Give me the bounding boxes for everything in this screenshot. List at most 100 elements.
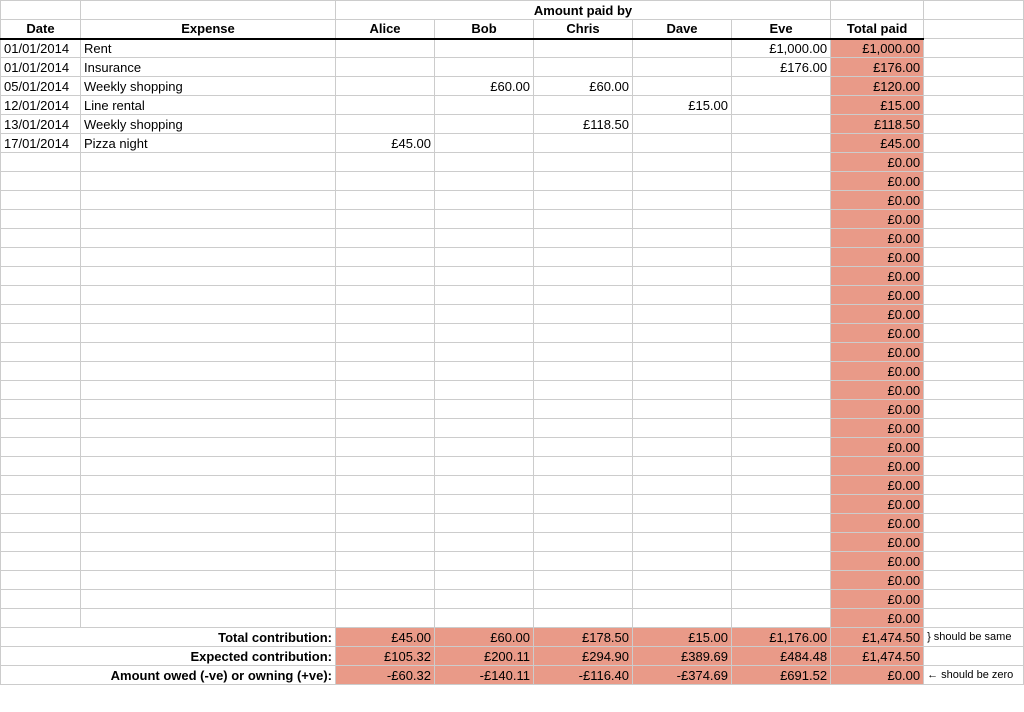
row-total-cell[interactable]: £0.00: [831, 514, 924, 533]
paid-cell[interactable]: [732, 115, 831, 134]
spreadsheet[interactable]: Amount paid by Date Expense Alice Bob Ch…: [0, 0, 1024, 712]
paid-cell[interactable]: [435, 286, 534, 305]
paid-cell[interactable]: [435, 115, 534, 134]
expense-cell[interactable]: Rent: [81, 39, 336, 58]
expense-cell[interactable]: [81, 172, 336, 191]
paid-cell[interactable]: [732, 305, 831, 324]
paid-cell[interactable]: [435, 590, 534, 609]
paid-cell[interactable]: £118.50: [534, 115, 633, 134]
paid-cell[interactable]: [732, 533, 831, 552]
paid-cell[interactable]: [732, 286, 831, 305]
paid-cell[interactable]: [732, 210, 831, 229]
paid-cell[interactable]: [732, 495, 831, 514]
paid-cell[interactable]: [336, 381, 435, 400]
expense-cell[interactable]: [81, 495, 336, 514]
paid-cell[interactable]: [336, 419, 435, 438]
date-cell[interactable]: [1, 248, 81, 267]
paid-cell[interactable]: [633, 343, 732, 362]
paid-cell[interactable]: [732, 343, 831, 362]
expense-cell[interactable]: Insurance: [81, 58, 336, 77]
paid-cell[interactable]: [336, 286, 435, 305]
amount-owed-alice[interactable]: -£60.32: [336, 666, 435, 685]
row-total-cell[interactable]: £1,000.00: [831, 39, 924, 58]
expense-cell[interactable]: [81, 229, 336, 248]
expense-cell[interactable]: [81, 381, 336, 400]
date-cell[interactable]: [1, 191, 81, 210]
expense-cell[interactable]: [81, 400, 336, 419]
paid-cell[interactable]: [534, 571, 633, 590]
paid-cell[interactable]: £1,000.00: [732, 39, 831, 58]
amount-owed-dave[interactable]: -£374.69: [633, 666, 732, 685]
row-total-cell[interactable]: £0.00: [831, 153, 924, 172]
paid-cell[interactable]: [732, 77, 831, 96]
date-cell[interactable]: 05/01/2014: [1, 77, 81, 96]
paid-cell[interactable]: [336, 571, 435, 590]
paid-cell[interactable]: [633, 495, 732, 514]
date-cell[interactable]: [1, 324, 81, 343]
paid-cell[interactable]: [633, 400, 732, 419]
paid-cell[interactable]: [336, 514, 435, 533]
paid-cell[interactable]: [633, 210, 732, 229]
paid-cell[interactable]: [534, 267, 633, 286]
date-cell[interactable]: [1, 210, 81, 229]
paid-cell[interactable]: [435, 267, 534, 286]
date-cell[interactable]: [1, 305, 81, 324]
amount-owed-eve[interactable]: £691.52: [732, 666, 831, 685]
expense-cell[interactable]: [81, 210, 336, 229]
paid-cell[interactable]: [534, 172, 633, 191]
expense-cell[interactable]: [81, 362, 336, 381]
row-total-cell[interactable]: £0.00: [831, 267, 924, 286]
paid-cell[interactable]: [534, 419, 633, 438]
paid-cell[interactable]: [732, 248, 831, 267]
row-total-cell[interactable]: £0.00: [831, 552, 924, 571]
paid-cell[interactable]: [732, 362, 831, 381]
total-contribution-alice[interactable]: £45.00: [336, 628, 435, 647]
paid-cell[interactable]: [633, 514, 732, 533]
paid-cell[interactable]: [534, 248, 633, 267]
row-total-cell[interactable]: £0.00: [831, 343, 924, 362]
row-total-cell[interactable]: £0.00: [831, 362, 924, 381]
row-total-cell[interactable]: £0.00: [831, 590, 924, 609]
date-cell[interactable]: [1, 590, 81, 609]
paid-cell[interactable]: [435, 134, 534, 153]
paid-cell[interactable]: [336, 609, 435, 628]
paid-cell[interactable]: [435, 248, 534, 267]
paid-cell[interactable]: [435, 210, 534, 229]
paid-cell[interactable]: [732, 400, 831, 419]
paid-cell[interactable]: [435, 229, 534, 248]
expense-cell[interactable]: [81, 248, 336, 267]
paid-cell[interactable]: [336, 191, 435, 210]
paid-cell[interactable]: [534, 552, 633, 571]
paid-cell[interactable]: [534, 590, 633, 609]
paid-cell[interactable]: [534, 58, 633, 77]
paid-cell[interactable]: [633, 286, 732, 305]
expense-cell[interactable]: [81, 533, 336, 552]
paid-cell[interactable]: [732, 381, 831, 400]
paid-cell[interactable]: [534, 96, 633, 115]
expense-cell[interactable]: [81, 191, 336, 210]
expected-contribution-total[interactable]: £1,474.50: [831, 647, 924, 666]
row-total-cell[interactable]: £0.00: [831, 400, 924, 419]
paid-cell[interactable]: [435, 514, 534, 533]
paid-cell[interactable]: [534, 286, 633, 305]
total-contribution-eve[interactable]: £1,176.00: [732, 628, 831, 647]
row-total-cell[interactable]: £0.00: [831, 324, 924, 343]
paid-cell[interactable]: [336, 343, 435, 362]
total-contribution-chris[interactable]: £178.50: [534, 628, 633, 647]
paid-cell[interactable]: [336, 153, 435, 172]
paid-cell[interactable]: [336, 495, 435, 514]
paid-cell[interactable]: [534, 400, 633, 419]
paid-cell[interactable]: [534, 134, 633, 153]
paid-cell[interactable]: [633, 457, 732, 476]
paid-cell[interactable]: [732, 590, 831, 609]
paid-cell[interactable]: [633, 438, 732, 457]
paid-cell[interactable]: [336, 590, 435, 609]
expense-cell[interactable]: [81, 305, 336, 324]
paid-cell[interactable]: [336, 400, 435, 419]
paid-cell[interactable]: [534, 495, 633, 514]
paid-cell[interactable]: [534, 153, 633, 172]
date-cell[interactable]: [1, 476, 81, 495]
paid-cell[interactable]: £60.00: [534, 77, 633, 96]
paid-cell[interactable]: [336, 77, 435, 96]
paid-cell[interactable]: [435, 153, 534, 172]
